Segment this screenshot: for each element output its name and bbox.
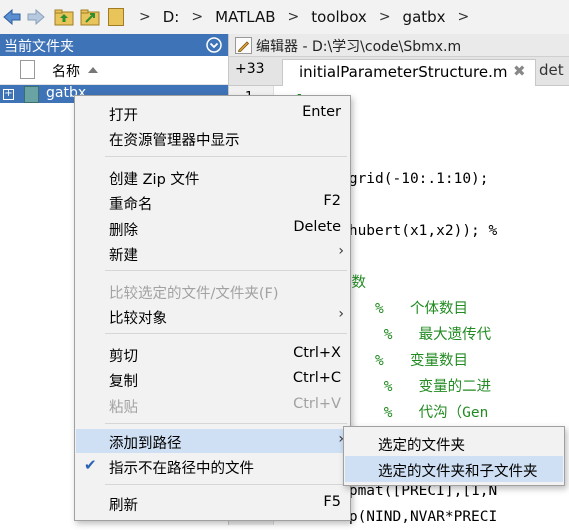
add-to-path-submenu: 选定的文件夹 选定的文件夹和子文件夹 xyxy=(343,426,565,486)
menu-item-compare-against[interactable]: 比较对象 › xyxy=(76,304,349,328)
expand-icon[interactable]: + xyxy=(3,89,14,100)
editor-icon xyxy=(235,37,252,54)
menu-item-add-to-path[interactable]: 添加到路径 › xyxy=(76,429,349,453)
menu-item-label: 指示不在路径中的文件 xyxy=(109,461,254,477)
menu-item-shortcut: Delete xyxy=(293,219,341,235)
menu-item-copy[interactable]: 复制 Ctrl+C xyxy=(76,367,349,391)
breadcrumb-separator: > xyxy=(378,9,391,25)
menu-item-label: 复制 xyxy=(109,374,138,390)
menu-item-label: 删除 xyxy=(109,223,138,239)
menu-item-compare-selected: 比较选定的文件/文件夹(F) xyxy=(76,279,349,303)
menu-item-cut[interactable]: 剪切 Ctrl+X xyxy=(76,342,349,366)
browse-folder-icon[interactable] xyxy=(80,7,100,27)
breadcrumb-separator: > xyxy=(287,9,300,25)
submenu-arrow-icon: › xyxy=(338,306,344,322)
menu-item-label: 新建 xyxy=(109,248,138,264)
breadcrumb-drive[interactable]: D: xyxy=(162,8,181,26)
sort-ascending-icon xyxy=(88,67,98,73)
menu-item-delete[interactable]: 删除 Delete xyxy=(76,216,349,240)
submenu-item-label: 选定的文件夹 xyxy=(378,438,465,454)
menu-item-label: 比较对象 xyxy=(109,311,167,327)
menu-separator xyxy=(105,270,347,271)
submenu-item-selected-folders-and-subfolders[interactable]: 选定的文件夹和子文件夹 xyxy=(345,456,563,482)
menu-item-shortcut: Enter xyxy=(302,104,341,120)
menu-item-label: 打开 xyxy=(109,108,138,124)
menu-item-refresh[interactable]: 刷新 F5 xyxy=(76,491,349,515)
menu-item-new[interactable]: 新建 › xyxy=(76,241,349,265)
menu-item-show-in-explorer[interactable]: 在资源管理器中显示 xyxy=(76,126,349,150)
menu-item-rename[interactable]: 重命名 F2 xyxy=(76,190,349,214)
menu-item-paste: 粘贴 Ctrl+V xyxy=(76,393,349,417)
menu-item-label: 剪切 xyxy=(109,349,138,365)
menu-separator xyxy=(105,484,347,485)
breadcrumb: > D: > MATLAB > toolbox > gatbx > xyxy=(128,0,480,34)
up-folder-icon[interactable] xyxy=(54,7,74,27)
file-type-icon xyxy=(20,60,35,79)
breadcrumb-separator: > xyxy=(457,9,470,25)
menu-item-shortcut: F5 xyxy=(323,494,341,510)
menu-item-label: 粘贴 xyxy=(109,400,138,416)
menu-separator xyxy=(105,333,347,334)
tab-det[interactable]: det xyxy=(539,61,564,79)
menu-item-open[interactable]: 打开 Enter xyxy=(76,101,349,125)
menu-separator xyxy=(105,423,347,424)
close-icon[interactable]: ✖ xyxy=(513,62,526,80)
breadcrumb-gatbx[interactable]: gatbx xyxy=(402,8,447,26)
forward-arrow-icon[interactable] xyxy=(26,7,46,27)
editor-titlebar: 编辑器 - D:\学习\code\Sbmx.m xyxy=(229,34,569,57)
menu-item-indicate-files-not-on-path[interactable]: ✔ 指示不在路径中的文件 xyxy=(76,454,349,478)
menu-item-label: 刷新 xyxy=(109,498,138,514)
context-menu: 打开 Enter 在资源管理器中显示 创建 Zip 文件 重命名 F2 删除 D… xyxy=(74,95,351,521)
tab-overflow-count[interactable]: +33 xyxy=(235,61,265,77)
back-arrow-icon[interactable] xyxy=(2,7,22,27)
tab-label: initialParameterStructure.m xyxy=(299,63,508,81)
column-header[interactable]: 名称 xyxy=(0,56,228,85)
breadcrumb-separator: > xyxy=(191,9,204,25)
menu-item-shortcut: Ctrl+X xyxy=(293,345,341,361)
address-bar: > D: > MATLAB > toolbox > gatbx > xyxy=(0,0,569,35)
menu-separator xyxy=(105,156,347,157)
menu-item-label: 重命名 xyxy=(109,197,153,213)
menu-item-label: 比较选定的文件/文件夹(F) xyxy=(109,286,279,302)
panel-header: 当前文件夹 xyxy=(0,34,228,56)
submenu-item-selected-folders[interactable]: 选定的文件夹 xyxy=(345,430,563,456)
submenu-arrow-icon: › xyxy=(338,243,344,259)
menu-item-shortcut: F2 xyxy=(323,193,341,209)
editor-tabbar: +33 initialParameterStructure.m ✖ det xyxy=(229,57,569,86)
tab-initialparameterstructure[interactable]: initialParameterStructure.m ✖ xyxy=(282,59,536,86)
breadcrumb-matlab[interactable]: MATLAB xyxy=(214,8,276,26)
menu-item-shortcut: Ctrl+C xyxy=(292,370,341,386)
panel-title: 当前文件夹 xyxy=(4,39,74,55)
folder-icon xyxy=(108,8,124,26)
menu-item-label: 在资源管理器中显示 xyxy=(109,133,240,149)
breadcrumb-separator: > xyxy=(139,9,151,25)
menu-item-shortcut: Ctrl+V xyxy=(293,396,341,412)
checkmark-icon: ✔ xyxy=(84,456,97,474)
submenu-item-label: 选定的文件夹和子文件夹 xyxy=(378,464,538,480)
name-column-label: 名称 xyxy=(52,64,80,80)
menu-item-create-zip[interactable]: 创建 Zip 文件 xyxy=(76,165,349,189)
breadcrumb-toolbox[interactable]: toolbox xyxy=(310,8,368,26)
menu-item-label: 创建 Zip 文件 xyxy=(109,172,200,188)
panel-menu-icon[interactable] xyxy=(206,37,222,53)
package-folder-icon xyxy=(24,86,39,103)
editor-title: 编辑器 - D:\学习\code\Sbmx.m xyxy=(256,39,462,55)
menu-item-label: 添加到路径 xyxy=(109,436,182,452)
